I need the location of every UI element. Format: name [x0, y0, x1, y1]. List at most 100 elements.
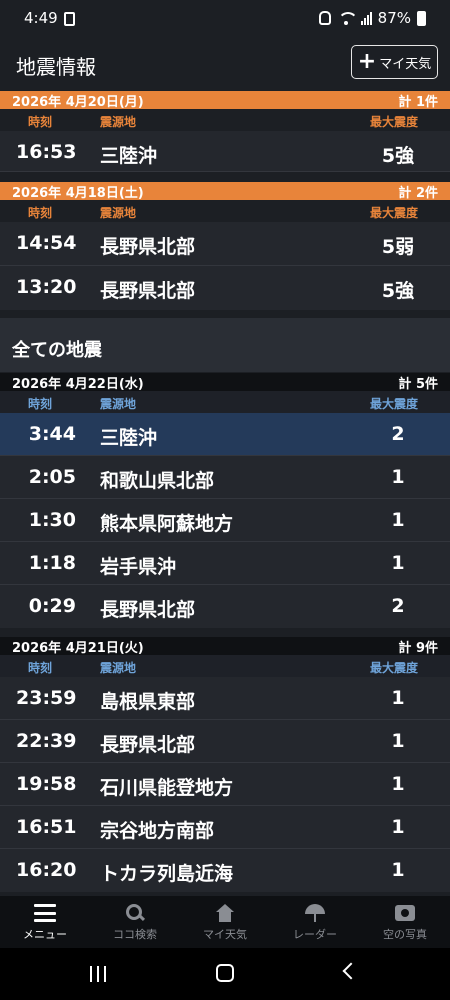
col-intensity-header: 最大震度	[370, 206, 419, 220]
row-time: 0:29	[28, 595, 76, 617]
group-date: 2026年 4月18日(土)	[12, 185, 144, 201]
row-intensity: 1	[391, 687, 405, 709]
date-bar: 2026年 4月20日(月) 計 1件	[0, 91, 450, 110]
date-bar: 2026年 4月22日(水) 計 5件	[0, 373, 450, 392]
group-count: 計 9件	[398, 640, 438, 656]
group-count: 計 1件	[398, 94, 438, 110]
my-weather-button-label: マイ天気	[379, 56, 432, 72]
all-earthquake-group: 2026年 4月22日(水) 計 5件 時刻 震源地 最大震度 3:44 三陸沖…	[0, 373, 450, 628]
row-time: 16:53	[16, 141, 77, 163]
row-intensity: 1	[391, 466, 405, 488]
col-intensity-header: 最大震度	[370, 397, 419, 411]
row-time: 13:20	[16, 276, 77, 298]
row-time: 1:30	[28, 509, 76, 531]
row-intensity: 1	[391, 816, 405, 838]
earthquake-row[interactable]: 1:18 岩手県沖 1	[0, 542, 450, 585]
earthquake-row-selected[interactable]: 3:44 三陸沖 2	[0, 413, 450, 456]
row-intensity: 5強	[381, 280, 415, 302]
row-time: 14:54	[16, 232, 77, 254]
row-place: 宗谷地方南部	[100, 820, 215, 842]
row-place: 岩手県沖	[100, 556, 177, 578]
row-place: 和歌山県北部	[100, 470, 215, 492]
row-time: 23:59	[16, 687, 77, 709]
earthquake-row[interactable]: 1:30 熊本県阿蘇地方 1	[0, 499, 450, 542]
row-place: 長野県北部	[100, 734, 196, 756]
bottom-tab-bar: メニュー ココ検索 マイ天気 レーダー 空の写真	[0, 896, 450, 948]
column-header: 時刻 震源地 最大震度	[0, 391, 450, 413]
row-intensity: 5強	[381, 145, 415, 167]
earthquake-row[interactable]: 0:29 長野県北部 2	[0, 585, 450, 628]
earthquake-row[interactable]: 22:39 長野県北部 1	[0, 720, 450, 763]
tab-sky-photos[interactable]: 空の写真	[360, 896, 450, 948]
row-time: 1:18	[28, 552, 76, 574]
row-time: 16:51	[16, 816, 77, 838]
my-earthquake-group: 2026年 4月18日(土) 計 2件 時刻 震源地 最大震度 14:54 長野…	[0, 182, 450, 310]
row-intensity: 2	[391, 423, 405, 445]
tab-search[interactable]: ココ検索	[90, 896, 180, 948]
group-date: 2026年 4月22日(水)	[12, 376, 144, 392]
system-nav-bar	[0, 948, 450, 1000]
date-bar: 2026年 4月18日(土) 計 2件	[0, 182, 450, 201]
row-intensity: 1	[391, 859, 405, 881]
back-icon[interactable]	[342, 962, 360, 980]
status-indicators: 87%	[318, 9, 426, 27]
row-place: 三陸沖	[100, 427, 158, 449]
app-header: 地震情報 + マイ天気	[0, 38, 450, 90]
tab-menu[interactable]: メニュー	[0, 896, 90, 948]
earthquake-row[interactable]: 13:20 長野県北部 5強	[0, 266, 450, 310]
tab-label: 空の写真	[383, 928, 427, 941]
group-count: 計 2件	[398, 185, 438, 201]
col-time-header: 時刻	[28, 115, 53, 129]
row-intensity: 1	[391, 730, 405, 752]
row-intensity: 2	[391, 595, 405, 617]
my-earthquake-group: 2026年 4月20日(月) 計 1件 時刻 震源地 最大震度 16:53 三陸…	[0, 91, 450, 172]
row-time: 19:58	[16, 773, 77, 795]
row-time: 22:39	[16, 730, 77, 752]
row-intensity: 1	[391, 509, 405, 531]
menu-icon	[34, 904, 56, 922]
home-icon[interactable]	[216, 964, 234, 982]
alarm-icon	[318, 11, 331, 25]
row-place: 三陸沖	[100, 145, 158, 167]
my-weather-button[interactable]: + マイ天気	[351, 45, 438, 79]
camera-icon	[395, 905, 415, 921]
tab-my-weather[interactable]: マイ天気	[180, 896, 270, 948]
col-intensity-header: 最大震度	[370, 661, 419, 675]
row-place: 長野県北部	[100, 236, 196, 258]
group-count: 計 5件	[398, 376, 438, 392]
tab-label: レーダー	[293, 928, 337, 941]
tab-label: メニュー	[23, 928, 67, 941]
house-icon	[215, 904, 235, 922]
column-header: 時刻 震源地 最大震度	[0, 109, 450, 131]
tab-radar[interactable]: レーダー	[270, 896, 360, 948]
all-earthquakes-header: 全ての地震	[0, 318, 450, 372]
row-place: 島根県東部	[100, 691, 196, 713]
tab-label: ココ検索	[113, 928, 157, 941]
group-date: 2026年 4月21日(火)	[12, 640, 144, 656]
row-place: 長野県北部	[100, 599, 196, 621]
row-intensity: 1	[391, 552, 405, 574]
recents-icon[interactable]	[90, 966, 106, 982]
earthquake-row[interactable]: 14:54 長野県北部 5弱	[0, 222, 450, 266]
battery-icon	[417, 10, 426, 26]
col-place-header: 震源地	[100, 206, 137, 220]
row-intensity: 1	[391, 773, 405, 795]
col-time-header: 時刻	[28, 206, 53, 220]
earthquake-row[interactable]: 16:53 三陸沖 5強	[0, 131, 450, 172]
earthquake-row[interactable]: 2:05 和歌山県北部 1	[0, 456, 450, 499]
row-time: 16:20	[16, 859, 77, 881]
status-bar: 4:49 87%	[0, 0, 450, 38]
wifi-icon	[337, 11, 355, 25]
column-header: 時刻 震源地 最大震度	[0, 655, 450, 677]
signal-icon	[360, 11, 372, 25]
all-earthquake-group: 2026年 4月21日(火) 計 9件 時刻 震源地 最大震度 23:59 島根…	[0, 637, 450, 892]
plus-icon: +	[357, 49, 377, 74]
group-date: 2026年 4月20日(月)	[12, 94, 144, 110]
earthquake-row[interactable]: 16:20 トカラ列島近海 1	[0, 849, 450, 892]
earthquake-row[interactable]: 19:58 石川県能登地方 1	[0, 763, 450, 806]
date-bar: 2026年 4月21日(火) 計 9件	[0, 637, 450, 656]
all-earthquakes-title: 全ての地震	[12, 340, 102, 361]
earthquake-row[interactable]: 16:51 宗谷地方南部 1	[0, 806, 450, 849]
row-place: 長野県北部	[100, 280, 196, 302]
earthquake-row[interactable]: 23:59 島根県東部 1	[0, 677, 450, 720]
